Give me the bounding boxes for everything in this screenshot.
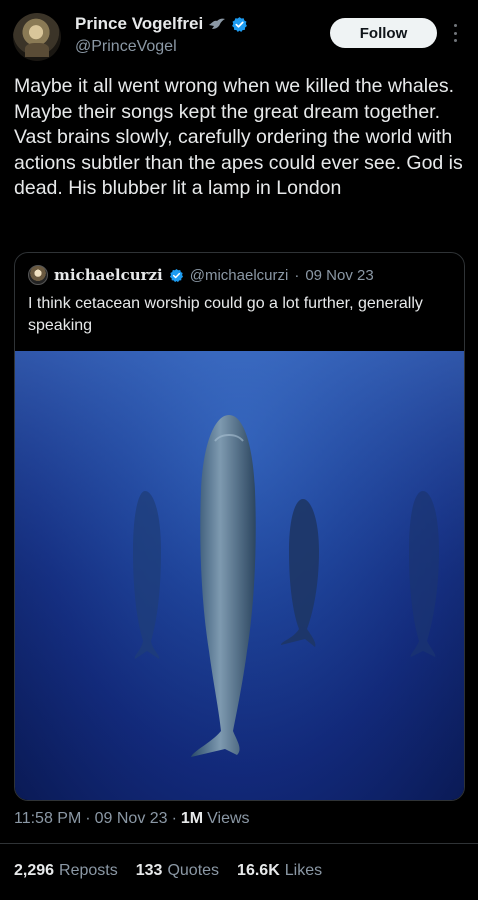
tweet-time[interactable]: 11:58 PM [14,810,81,828]
tweet-header: Prince Vogelfrei @PrinceVogel Follow [0,0,478,70]
quote-author-name: michaelcurzi [54,266,163,284]
more-options-icon[interactable] [452,24,458,42]
follow-button[interactable]: Follow [330,18,437,48]
quote-header: michaelcurzi @michaelcurzi · 09 Nov 23 [28,265,374,285]
reposts-label: Reposts [59,862,118,879]
quote-date: 09 Nov 23 [305,266,374,284]
author-display-name[interactable]: Prince Vogelfrei [75,14,203,34]
likes-label: Likes [284,862,323,879]
quote-image-sperm-whales[interactable] [15,351,464,800]
tweet-meta: 11:58 PM · 09 Nov 23 · 1M Views [14,810,250,828]
bird-icon [209,18,226,29]
reposts-stat[interactable]: 2,296 Reposts [14,862,118,880]
views-count: 1M [180,810,204,827]
quote-separator: · [294,266,300,284]
quote-author-avatar [28,265,48,285]
meta-separator: · [85,810,91,827]
quotes-label: Quotes [167,862,220,879]
quote-author-handle: @michaelcurzi [189,266,289,284]
quote-text: I think cetacean worship could go a lot … [28,295,423,334]
verified-badge-icon [232,16,248,32]
likes-count: 16.6K [237,862,280,879]
quote-verified-icon [169,268,183,282]
tweet-text: Maybe it all went wrong when we killed t… [14,75,463,199]
quotes-count: 133 [135,862,163,879]
quoted-tweet[interactable]: michaelcurzi @michaelcurzi · 09 Nov 23 I… [14,252,465,801]
tweet-date[interactable]: 09 Nov 23 [95,810,168,828]
whales-illustration [15,351,464,800]
author-avatar[interactable] [13,13,61,61]
author-name-row: Prince Vogelfrei [75,14,248,34]
author-handle[interactable]: @PrinceVogel [75,38,177,56]
reposts-count: 2,296 [14,862,55,879]
quotes-stat[interactable]: 133 Quotes [136,862,219,880]
divider [0,843,478,844]
views-label: Views [207,810,250,827]
engagement-stats: 2,296 Reposts 133 Quotes 16.6K Likes [14,862,322,880]
meta-separator: · [171,810,177,827]
likes-stat[interactable]: 16.6K Likes [237,862,322,880]
